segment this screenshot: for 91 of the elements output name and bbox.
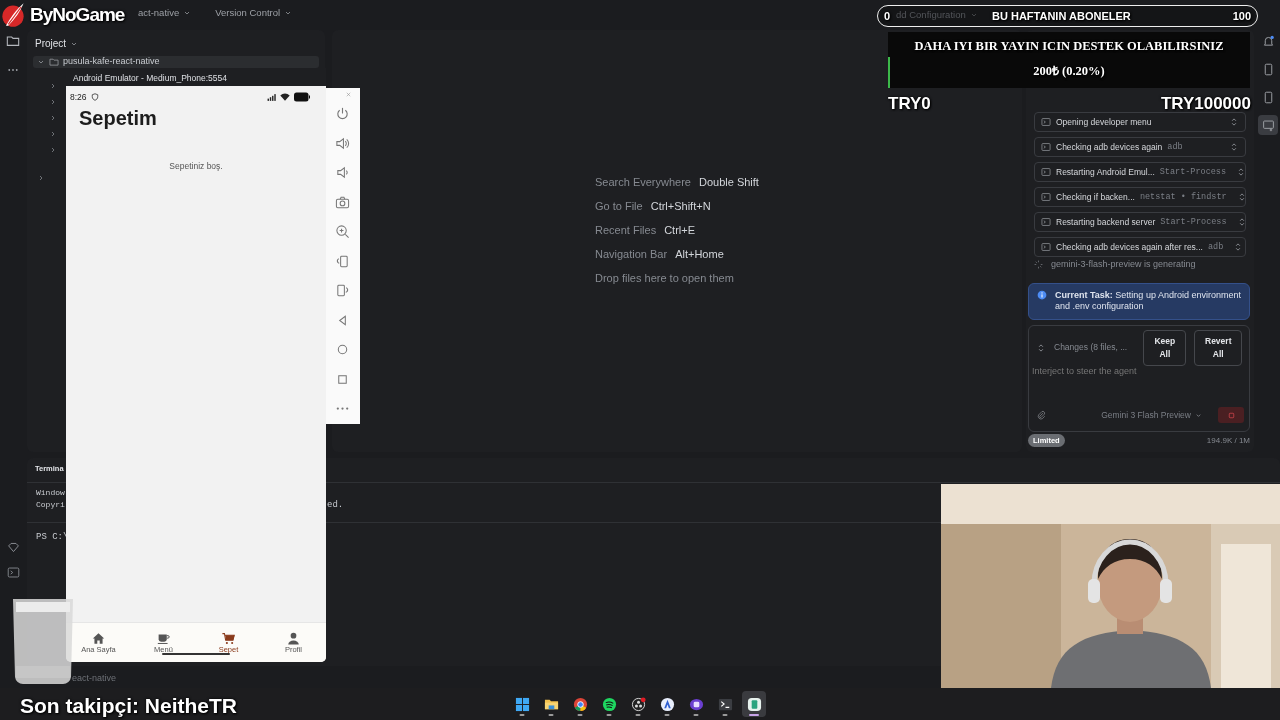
zoom-icon[interactable] xyxy=(335,224,350,239)
model-dropdown[interactable]: Gemini 3 Flash Preview xyxy=(1101,408,1202,422)
rotate-icon[interactable] xyxy=(335,283,350,298)
speaker-icon[interactable] xyxy=(335,135,350,151)
folder-icon[interactable] xyxy=(6,34,20,48)
task-text: Current Task: Setting up Android environment and .env configuration xyxy=(1055,290,1241,313)
terminal-line: ed. xyxy=(327,499,344,512)
chevron-down-icon xyxy=(1195,411,1202,419)
goal-start: 0 xyxy=(884,8,891,24)
home-circle-icon[interactable] xyxy=(335,342,350,357)
step-row[interactable]: Checking adb devices again after res... adb xyxy=(1034,237,1246,257)
step-row[interactable]: Checking if backen... netstat • findstr xyxy=(1034,187,1246,207)
shield-icon xyxy=(90,93,99,101)
logo-text: ByNoGame xyxy=(30,3,125,27)
screen-icon xyxy=(1261,118,1275,132)
wifi-icon xyxy=(280,92,290,102)
action-button[interactable]: Revert All xyxy=(1194,330,1242,366)
tool-window-button[interactable] xyxy=(1258,115,1278,135)
shortcut-text: Ctrl+Shift+N xyxy=(650,199,711,213)
clock-text: 8:26 xyxy=(70,90,87,104)
window-title: Android Emulator - Medium_Phone:5554 xyxy=(73,72,228,85)
camera-icon[interactable] xyxy=(335,194,350,210)
donation-amount: 200₺ (0.20%) xyxy=(1033,64,1105,79)
phone-icon xyxy=(746,696,762,712)
screen-title: Sepetim xyxy=(79,106,157,131)
tree-row[interactable]: pusula-kafe-react-native xyxy=(33,56,319,68)
drop-hint: Drop files here to open them xyxy=(595,271,735,285)
cup-icon xyxy=(157,631,170,645)
step-row[interactable]: Opening developer menu xyxy=(1034,112,1246,132)
taskbar-button[interactable] xyxy=(742,691,766,717)
panel-title[interactable]: Project xyxy=(35,36,67,51)
step-row[interactable]: Restarting Android Emul... Start-Process xyxy=(1034,162,1246,182)
step-row[interactable]: Checking adb devices again adb xyxy=(1034,137,1246,157)
shortcut-text: Double Shift xyxy=(699,175,759,189)
shortcut-text: Alt+Home xyxy=(675,247,724,261)
status-text: gemini-3-flash-preview is generating xyxy=(1051,258,1196,271)
paperclip-icon[interactable] xyxy=(1036,410,1046,420)
hint-label: Navigation Bar xyxy=(595,247,668,261)
goal-start-amount: TRY0 xyxy=(888,93,931,115)
chevron-right-icon[interactable] xyxy=(37,174,45,182)
terminal-line: Window xyxy=(36,487,65,499)
music-icon xyxy=(601,696,617,712)
person-icon xyxy=(287,631,300,645)
terminal-line: Copyri xyxy=(36,499,65,511)
hint-label: Recent Files xyxy=(595,223,657,237)
terminal-icon xyxy=(1041,192,1051,202)
hint-label: Search Everywhere xyxy=(595,175,691,189)
browser-icon xyxy=(572,696,588,712)
folder-icon xyxy=(49,57,59,67)
speaker-icon[interactable] xyxy=(335,165,350,180)
compass-icon xyxy=(659,696,675,712)
bell-icon xyxy=(1261,34,1275,48)
goal-end-amount: TRY100000 xyxy=(1160,93,1251,115)
stop-icon xyxy=(1226,410,1236,420)
follower-text: Son takipçi: NeitheTR xyxy=(20,693,238,719)
terminal-icon xyxy=(1041,242,1051,252)
rotate-icon[interactable] xyxy=(335,253,350,269)
house-icon xyxy=(92,631,105,645)
token-count: 194.9K / 1M xyxy=(1206,434,1250,447)
terminal-icon xyxy=(1041,117,1051,127)
signal-icon xyxy=(267,92,276,102)
console-icon xyxy=(717,696,733,712)
step-row[interactable]: Restarting backend server Start-Process xyxy=(1034,212,1246,232)
terminal-icon xyxy=(1041,217,1051,227)
terminal-icon xyxy=(1041,142,1051,152)
cart-icon xyxy=(222,631,235,645)
power-icon[interactable] xyxy=(335,106,350,121)
recorder-icon xyxy=(630,696,646,712)
menu-button[interactable]: Version Control xyxy=(215,6,293,21)
changes-text: Changes (8 files, ... xyxy=(1054,341,1128,355)
action-button[interactable]: Keep All xyxy=(1143,330,1187,366)
spinner-icon xyxy=(1034,260,1043,270)
menu-button[interactable]: act-native xyxy=(138,6,192,21)
terminal-icon[interactable] xyxy=(7,566,20,579)
goal-end: 100 xyxy=(1232,8,1251,24)
goal-title: BU HAFTANIN ABONELER xyxy=(992,8,1131,24)
hint-label: Go to File xyxy=(595,199,643,213)
expand-icon xyxy=(1229,142,1239,152)
donation-title: DAHA IYI BIR YAYIN ICIN DESTEK OLABILIRSINIZ xyxy=(914,39,1224,54)
diamond-icon[interactable] xyxy=(7,541,20,554)
windows-icon xyxy=(514,696,530,712)
info-icon xyxy=(1037,290,1047,300)
terminal-icon xyxy=(1041,167,1051,177)
status-path[interactable]: eact-native xyxy=(72,672,117,686)
expand-icon xyxy=(1229,117,1239,127)
logo-icon xyxy=(0,2,26,29)
empty-message: Sepetiniz boş. xyxy=(169,160,223,173)
shortcut-text: Ctrl+E xyxy=(664,223,695,237)
expand-icon xyxy=(1036,342,1046,353)
chat-icon xyxy=(688,696,704,712)
chevron-down-icon xyxy=(37,58,45,66)
